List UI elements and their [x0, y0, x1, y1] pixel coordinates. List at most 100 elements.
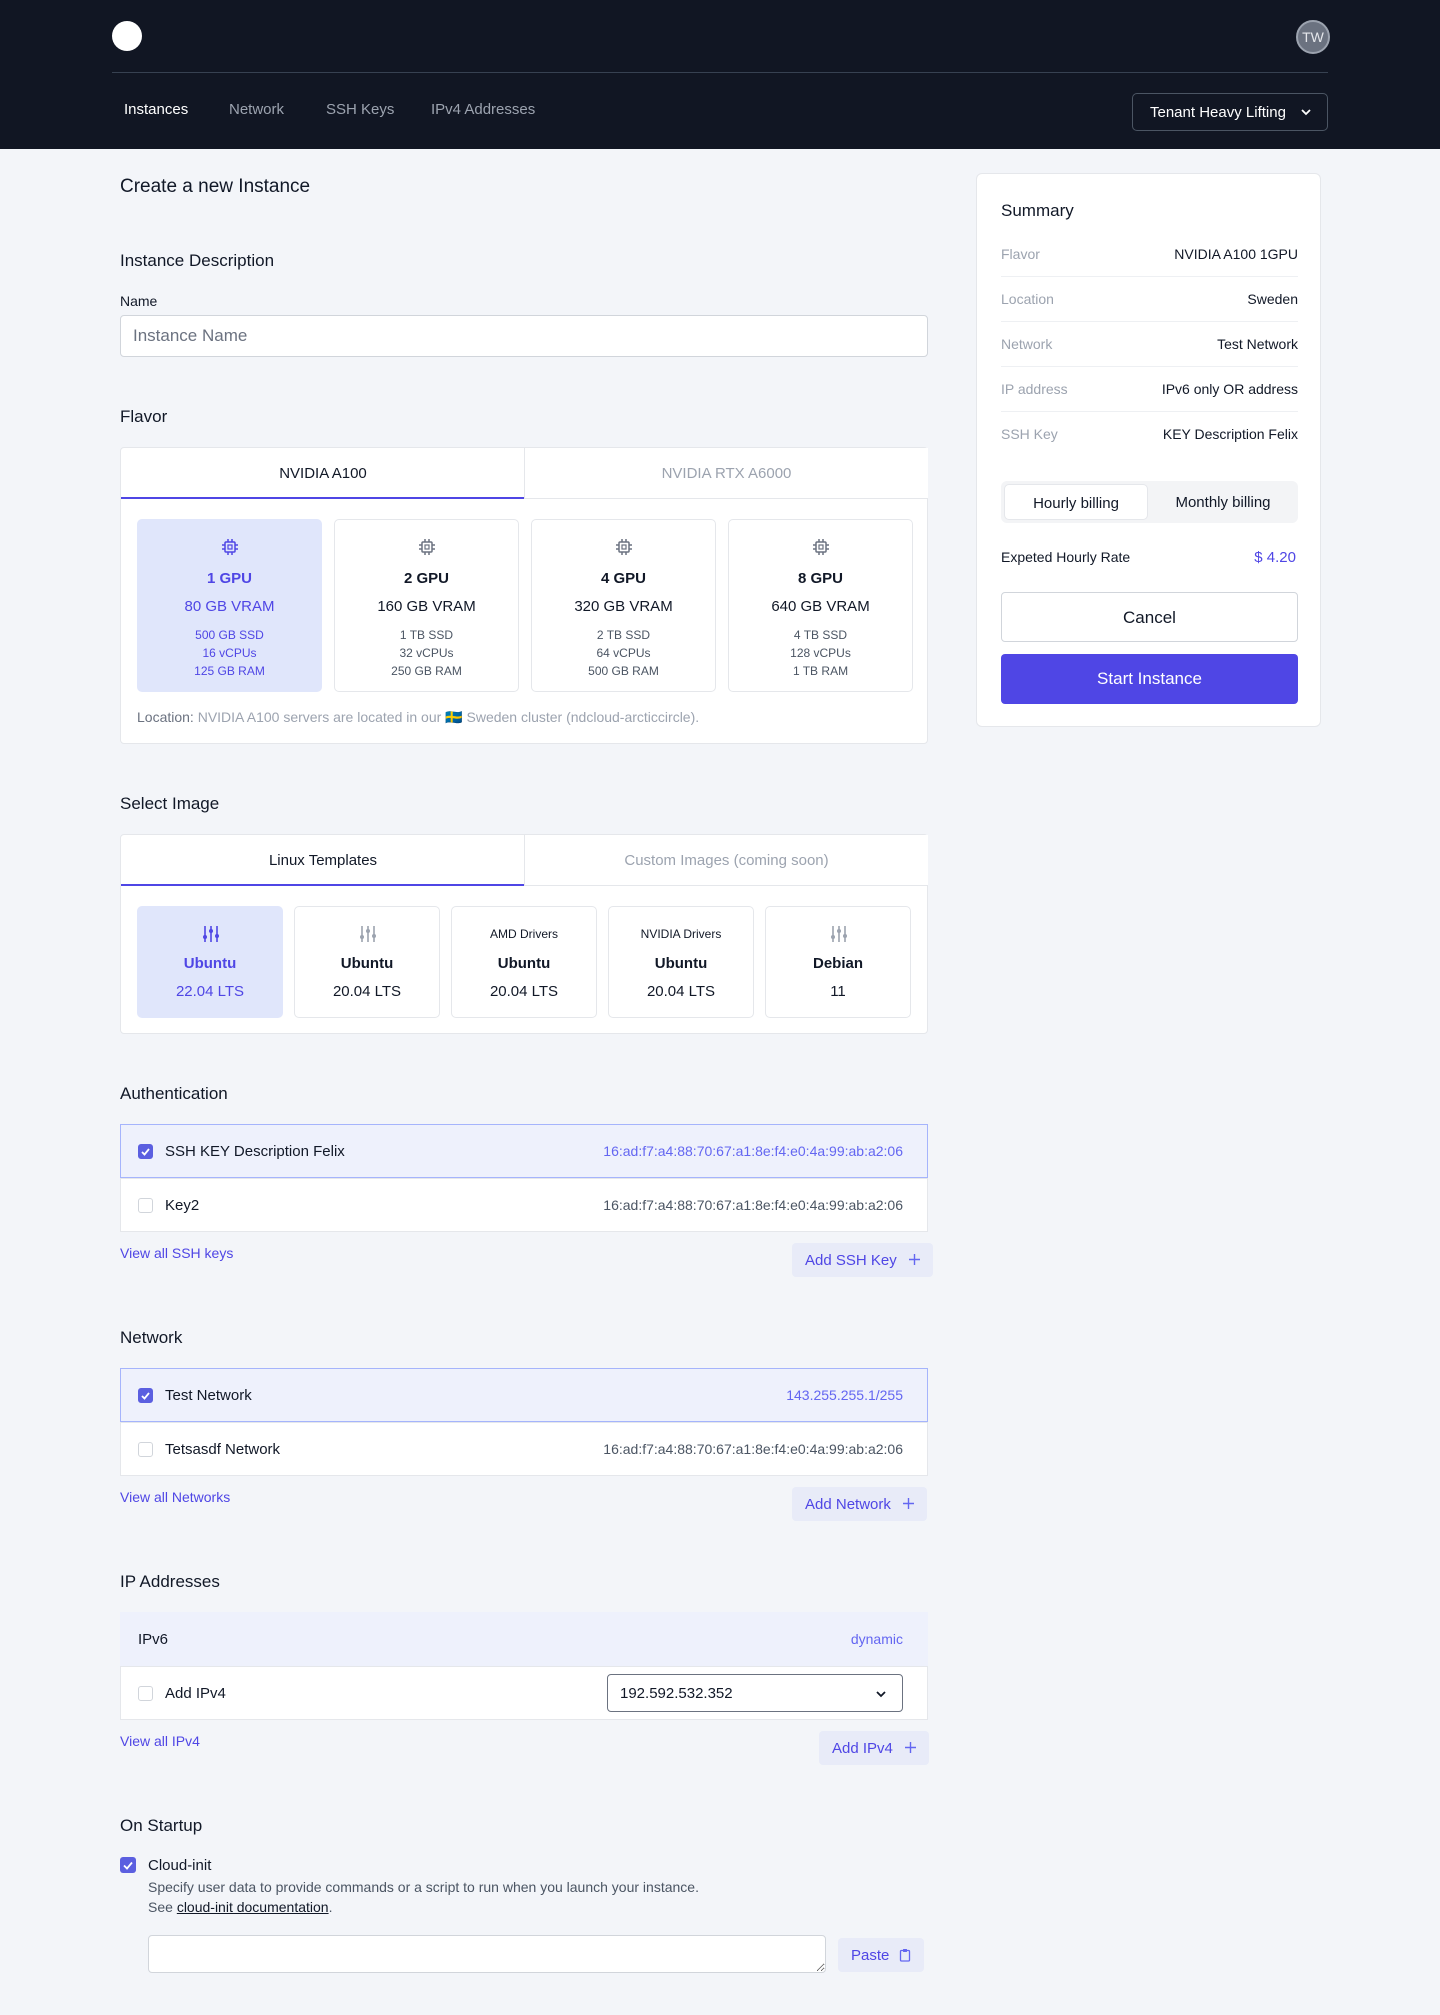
gpu-specs: 2 TB SSD 64 vCPUs 500 GB RAM	[588, 628, 659, 678]
paste-label: Paste	[851, 1947, 890, 1964]
ssh-key-name: SSH KEY Description Felix	[165, 1143, 345, 1160]
hourly-billing-option[interactable]: Hourly billing	[1004, 484, 1148, 520]
flavor-option-2gpu[interactable]: 2 GPU 160 GB VRAM 1 TB SSD 32 vCPUs 250 GB…	[334, 519, 519, 692]
nav-ipv4-addresses[interactable]: IPv4 Addresses	[431, 101, 535, 118]
flavor-option-8gpu[interactable]: 8 GPU 640 GB VRAM 4 TB SSD 128 vCPUs 1 TB …	[728, 519, 913, 692]
tenant-select[interactable]: Tenant Heavy Lifting	[1132, 93, 1328, 131]
header-divider	[112, 72, 1328, 73]
image-option-ubuntu-20[interactable]: Ubuntu 20.04 LTS	[294, 906, 440, 1018]
network-name: Test Network	[165, 1387, 252, 1404]
add-ssh-key-label: Add SSH Key	[805, 1252, 897, 1269]
ssh-key-row[interactable]: Key2 16:ad:f7:a4:88:70:67:a1:8e:f4:e0:4a…	[120, 1178, 928, 1232]
tenant-label: Tenant Heavy Lifting	[1150, 104, 1286, 121]
sliders-icon	[831, 926, 847, 942]
logo[interactable]	[112, 21, 142, 51]
image-version: 20.04 LTS	[646, 983, 716, 1000]
authentication-heading: Authentication	[120, 1084, 228, 1103]
cloud-init-doc-link[interactable]: cloud-init documentation	[177, 1899, 329, 1915]
gpu-vram: 640 GB VRAM	[771, 598, 870, 615]
ssh-key-row[interactable]: SSH KEY Description Felix 16:ad:f7:a4:88…	[120, 1124, 928, 1178]
image-option-debian[interactable]: Debian 11	[765, 906, 911, 1018]
name-label: Name	[120, 293, 158, 309]
flavor-option-1gpu[interactable]: 1 GPU 80 GB VRAM 500 GB SSD 16 vCPUs 125 G…	[137, 519, 322, 692]
tab-nvidia-a100[interactable]: NVIDIA A100	[121, 448, 525, 499]
paste-button[interactable]: Paste	[838, 1938, 924, 1972]
add-ssh-key-button[interactable]: Add SSH Key	[792, 1243, 933, 1277]
sliders-icon	[203, 926, 219, 942]
gpu-vram: 320 GB VRAM	[574, 598, 673, 615]
gpu-vram: 80 GB VRAM	[184, 598, 275, 615]
tab-nvidia-rtx-a6000[interactable]: NVIDIA RTX A6000	[524, 448, 928, 499]
location-note: Location: NVIDIA A100 servers are locate…	[137, 709, 699, 726]
nav-instances[interactable]: Instances	[124, 101, 188, 118]
checkbox[interactable]	[138, 1198, 153, 1213]
rate-value: $ 4.20	[1254, 549, 1296, 566]
cancel-button[interactable]: Cancel	[1001, 592, 1298, 642]
cloud-init-checkbox[interactable]	[120, 1857, 136, 1873]
nav-network[interactable]: Network	[229, 101, 284, 118]
top-bar: TW Instances Network SSH Keys IPv4 Addre…	[0, 0, 1440, 149]
checkbox[interactable]	[138, 1442, 153, 1457]
sliders-icon	[360, 926, 376, 942]
ipv4-select[interactable]: 192.592.532.352	[607, 1674, 903, 1712]
avatar[interactable]: TW	[1296, 20, 1330, 54]
summary-row-ip-address: IP address IPv6 only OR address	[1001, 367, 1298, 412]
checkbox[interactable]	[138, 1144, 153, 1159]
location-note-label: Location:	[137, 709, 194, 725]
add-ipv4-label: Add IPv4	[832, 1740, 893, 1757]
view-all-ssh-keys-link[interactable]: View all SSH keys	[120, 1245, 233, 1261]
nav-ssh-keys[interactable]: SSH Keys	[326, 101, 394, 118]
ipv6-value: dynamic	[850, 1631, 903, 1647]
chevron-down-icon	[1301, 109, 1311, 116]
gpu-count: 8 GPU	[797, 570, 843, 587]
description-heading: Instance Description	[120, 251, 275, 270]
page-title: Create a new Instance	[120, 176, 311, 197]
gpu-count: 1 GPU	[206, 570, 252, 587]
instance-name-input[interactable]	[120, 315, 928, 357]
flavor-heading: Flavor	[120, 407, 168, 426]
gpu-specs: 4 TB SSD 128 vCPUs 1 TB RAM	[790, 628, 851, 678]
checkbox[interactable]	[138, 1686, 153, 1701]
chip-icon	[813, 539, 829, 555]
view-all-networks-link[interactable]: View all Networks	[120, 1489, 230, 1505]
flavor-option-4gpu[interactable]: 4 GPU 320 GB VRAM 2 TB SSD 64 vCPUs 500 GB…	[531, 519, 716, 692]
tab-linux-templates[interactable]: Linux Templates	[121, 835, 525, 886]
network-row[interactable]: Tetsasdf Network 16:ad:f7:a4:88:70:67:a1…	[120, 1422, 928, 1476]
view-all-ipv4-link[interactable]: View all IPv4	[120, 1733, 200, 1749]
monthly-billing-option[interactable]: Monthly billing	[1151, 484, 1295, 520]
start-instance-button[interactable]: Start Instance	[1001, 654, 1298, 704]
flavor-panel: NVIDIA A100 NVIDIA RTX A6000 1 GPU 80 GB…	[120, 447, 928, 744]
ssh-key-fingerprint: 16:ad:f7:a4:88:70:67:a1:8e:f4:e0:4a:99:a…	[603, 1197, 903, 1213]
gpu-specs: 500 GB SSD 16 vCPUs 125 GB RAM	[194, 628, 265, 678]
checkbox[interactable]	[138, 1388, 153, 1403]
plus-icon	[904, 1742, 916, 1753]
ip-addresses-heading: IP Addresses	[120, 1572, 220, 1591]
summary-row-ssh-key: SSH Key KEY Description Felix	[1001, 426, 1298, 442]
ssh-key-fingerprint: 16:ad:f7:a4:88:70:67:a1:8e:f4:e0:4a:99:a…	[603, 1143, 903, 1159]
network-value: 143.255.255.1/255	[786, 1387, 903, 1403]
gpu-specs: 1 TB SSD 32 vCPUs 250 GB RAM	[391, 628, 462, 678]
ipv6-label: IPv6	[138, 1631, 169, 1648]
ipv6-row: IPv6 dynamic	[120, 1612, 928, 1666]
clipboard-icon	[899, 1949, 911, 1962]
image-name: Ubuntu	[497, 955, 551, 972]
add-ipv4-button[interactable]: Add IPv4	[819, 1731, 929, 1765]
image-option-ubuntu-amd[interactable]: AMD Drivers Ubuntu 20.04 LTS	[451, 906, 597, 1018]
user-data-textarea[interactable]	[148, 1935, 826, 1973]
driver-badge: NVIDIA Drivers	[640, 927, 722, 941]
location-note-text: NVIDIA A100 servers are located in our 🇸…	[197, 709, 700, 725]
image-name: Ubuntu	[654, 955, 708, 972]
image-option-ubuntu-nvidia[interactable]: NVIDIA Drivers Ubuntu 20.04 LTS	[608, 906, 754, 1018]
add-network-button[interactable]: Add Network	[792, 1487, 927, 1521]
network-row[interactable]: Test Network 143.255.255.1/255	[120, 1368, 928, 1422]
tab-custom-images[interactable]: Custom Images (coming soon)	[524, 835, 928, 886]
chip-icon	[419, 539, 435, 555]
summary-row-location: Location Sweden	[1001, 277, 1298, 322]
image-option-ubuntu-22[interactable]: Ubuntu 22.04 LTS	[137, 906, 283, 1018]
summary-title: Summary	[1001, 201, 1074, 220]
network-heading: Network	[120, 1328, 183, 1347]
image-name: Debian	[812, 955, 863, 972]
on-startup-heading: On Startup	[120, 1816, 203, 1835]
ssh-key-name: Key2	[165, 1197, 200, 1214]
plus-icon	[908, 1254, 920, 1265]
